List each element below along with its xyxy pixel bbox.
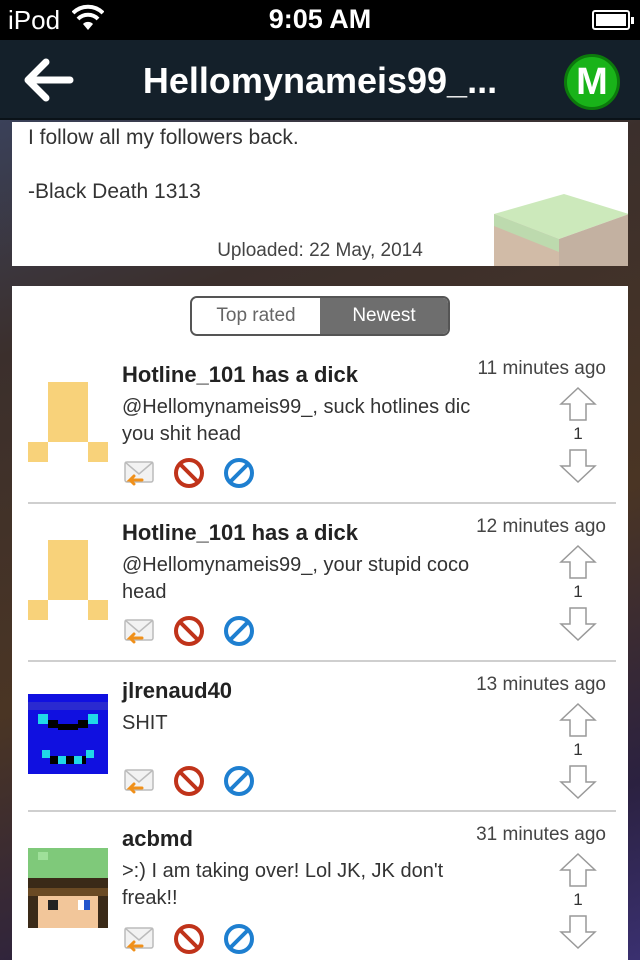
upvote-arrow-icon[interactable]: [558, 852, 598, 888]
vote-count: 1: [573, 424, 583, 443]
vote-control: 1: [558, 386, 598, 486]
comment-text-line: >:) I am taking over! Lol JK, JK don't: [122, 860, 444, 882]
comment-author[interactable]: Hotline_101 has a dick: [122, 362, 358, 388]
yellow-skin-avatar: [28, 382, 108, 462]
downvote-arrow-icon[interactable]: [558, 448, 598, 484]
comment-author[interactable]: jlrenaud40: [122, 678, 232, 704]
battery-full-icon: [592, 10, 634, 30]
comment-item: Hotline_101 has a dick 11 minutes ago @H…: [12, 346, 628, 502]
comments-card: Top rated Newest Hotline_101 has a dick …: [12, 286, 628, 960]
sort-newest-tab[interactable]: Newest: [320, 298, 448, 334]
nav-bar: Hellomynameis99_... M: [0, 40, 640, 120]
comment-text: @Hellomynameis99_, your stupid coco head: [122, 552, 522, 606]
comment-time: 11 minutes ago: [477, 358, 606, 379]
ignore-icon[interactable]: [222, 764, 256, 798]
reply-mail-icon[interactable]: [122, 614, 156, 648]
comment-text-line: freak!!: [122, 887, 178, 909]
vote-count: 1: [573, 890, 583, 909]
comment-time: 12 minutes ago: [476, 516, 606, 537]
vote-count: 1: [573, 740, 583, 759]
yellow-skin-avatar: [28, 540, 108, 620]
sort-segmented-control: Top rated Newest: [190, 296, 450, 336]
comment-text-line: SHIT: [122, 712, 168, 734]
comment-item: acbmd 31 minutes ago >:) I am taking ove…: [12, 810, 628, 960]
ignore-icon[interactable]: [222, 456, 256, 490]
block-icon[interactable]: [172, 764, 206, 798]
ignore-icon[interactable]: [222, 614, 256, 648]
reply-mail-icon[interactable]: [122, 456, 156, 490]
comment-author[interactable]: acbmd: [122, 826, 193, 852]
description-card: I follow all my followers back. -Black D…: [12, 122, 628, 266]
comment-item: jlrenaud40 13 minutes ago SHIT 1: [12, 660, 628, 810]
description-line: I follow all my followers back.: [28, 126, 299, 149]
status-bar: iPod 9:05 AM: [0, 0, 640, 40]
vote-control: 1: [558, 544, 598, 644]
reply-mail-icon[interactable]: [122, 922, 156, 956]
m-logo-icon[interactable]: M: [564, 54, 620, 110]
comment-item: Hotline_101 has a dick 12 minutes ago @H…: [12, 502, 628, 660]
comment-text-line: head: [122, 581, 167, 603]
comment-text-line: @Hellomynameis99_, suck hotlines dic: [122, 396, 471, 418]
downvote-arrow-icon[interactable]: [558, 914, 598, 950]
comment-time: 13 minutes ago: [476, 674, 606, 695]
vote-control: 1: [558, 852, 598, 956]
status-time: 9:05 AM: [268, 4, 372, 34]
grass-block-icon: [494, 194, 628, 266]
block-icon[interactable]: [172, 456, 206, 490]
green-hat-skin-avatar: [28, 848, 108, 928]
comment-time: 31 minutes ago: [476, 824, 606, 845]
upvote-arrow-icon[interactable]: [558, 544, 598, 580]
block-icon[interactable]: [172, 614, 206, 648]
description-signature: -Black Death 1313: [28, 180, 201, 203]
comment-text-line: @Hellomynameis99_, your stupid coco: [122, 554, 470, 576]
blue-skin-avatar: [28, 694, 108, 774]
upvote-arrow-icon[interactable]: [558, 702, 598, 738]
comment-text: SHIT: [122, 710, 522, 737]
vote-count: 1: [573, 582, 583, 601]
upvote-arrow-icon[interactable]: [558, 386, 598, 422]
reply-mail-icon[interactable]: [122, 764, 156, 798]
page-title: Hellomynameis99_...: [142, 60, 498, 101]
comment-divider: [28, 810, 616, 812]
comment-text: @Hellomynameis99_, suck hotlines dic you…: [122, 394, 522, 448]
downvote-arrow-icon[interactable]: [558, 764, 598, 800]
downvote-arrow-icon[interactable]: [558, 606, 598, 642]
sort-top-rated-tab[interactable]: Top rated: [192, 298, 320, 334]
comment-text: >:) I am taking over! Lol JK, JK don't f…: [122, 858, 522, 912]
block-icon[interactable]: [172, 922, 206, 956]
comment-author[interactable]: Hotline_101 has a dick: [122, 520, 358, 546]
vote-control: 1: [558, 702, 598, 802]
back-arrow-icon[interactable]: [22, 58, 74, 102]
ignore-icon[interactable]: [222, 922, 256, 956]
comment-text-line: you shit head: [122, 423, 241, 445]
comment-divider: [28, 502, 616, 504]
comment-divider: [28, 660, 616, 662]
